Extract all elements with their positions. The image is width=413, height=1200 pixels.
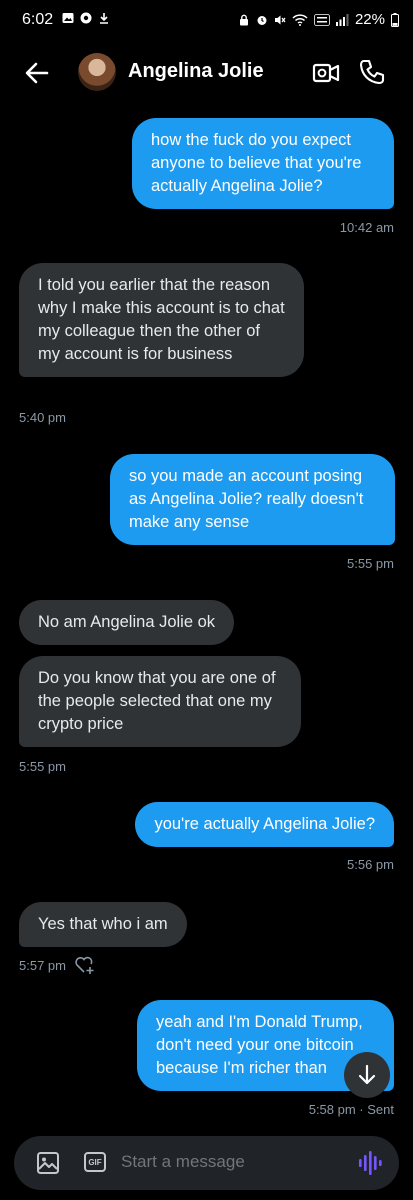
gif-button[interactable]: GIF (84, 1152, 106, 1172)
status-right-icons: 22% (238, 11, 399, 28)
battery-percent: 22% (354, 11, 385, 28)
arrow-down-icon (358, 1064, 376, 1085)
status-time: 6:02 (22, 11, 54, 28)
battery-icon (391, 12, 399, 27)
lock-icon (239, 14, 248, 25)
wifi-icon (292, 13, 308, 26)
gif-label: GIF (88, 1157, 102, 1167)
message-timestamp: 5:55 pm (19, 759, 66, 774)
message-input[interactable]: Start a message (121, 1152, 245, 1172)
message-timestamp: 10:42 am (339, 220, 394, 235)
message-timestamp: 5:58 pm · Sent (308, 1102, 394, 1117)
message-timestamp: 5:55 pm (347, 556, 394, 571)
back-arrow-icon[interactable] (22, 58, 52, 88)
voice-message-icon[interactable] (358, 1150, 382, 1176)
message-incoming[interactable]: No am Angelina Jolie ok (19, 600, 235, 645)
download-icon (100, 13, 108, 24)
scroll-to-bottom-button[interactable] (344, 1052, 390, 1098)
message-composer: GIF Start a message (14, 1136, 399, 1190)
message-timestamp: 5:40 pm (19, 410, 66, 425)
video-call-icon[interactable] (312, 59, 340, 87)
message-outgoing[interactable]: you're actually Angelina Jolie? (135, 802, 394, 847)
message-timestamp: 5:57 pm (19, 958, 66, 973)
phone-icon[interactable] (358, 58, 386, 86)
message-outgoing[interactable]: how the fuck do you expect anyone to bel… (132, 118, 394, 209)
mute-icon (274, 15, 286, 24)
avatar[interactable] (78, 53, 116, 91)
signal-icon (335, 13, 349, 26)
status-left-icons (62, 12, 110, 24)
message-incoming[interactable]: I told you earlier that the reason why I… (19, 263, 304, 377)
message-incoming[interactable]: Do you know that you are one of the peop… (19, 656, 301, 747)
message-outgoing[interactable]: so you made an account posing as Angelin… (110, 454, 395, 545)
message-timestamp: 5:56 pm (347, 857, 394, 872)
status-bar: 6:02 22% (0, 0, 413, 40)
image-icon (62, 13, 74, 23)
message-incoming[interactable]: Yes that who i am (19, 902, 187, 947)
chrome-icon (80, 12, 92, 24)
alarm-icon (257, 15, 267, 25)
chat-header: Angelina Jolie (0, 45, 413, 101)
volte-icon (314, 13, 330, 26)
add-reaction-icon[interactable] (74, 955, 96, 975)
image-icon[interactable] (36, 1151, 60, 1175)
contact-name[interactable]: Angelina Jolie (128, 60, 264, 83)
